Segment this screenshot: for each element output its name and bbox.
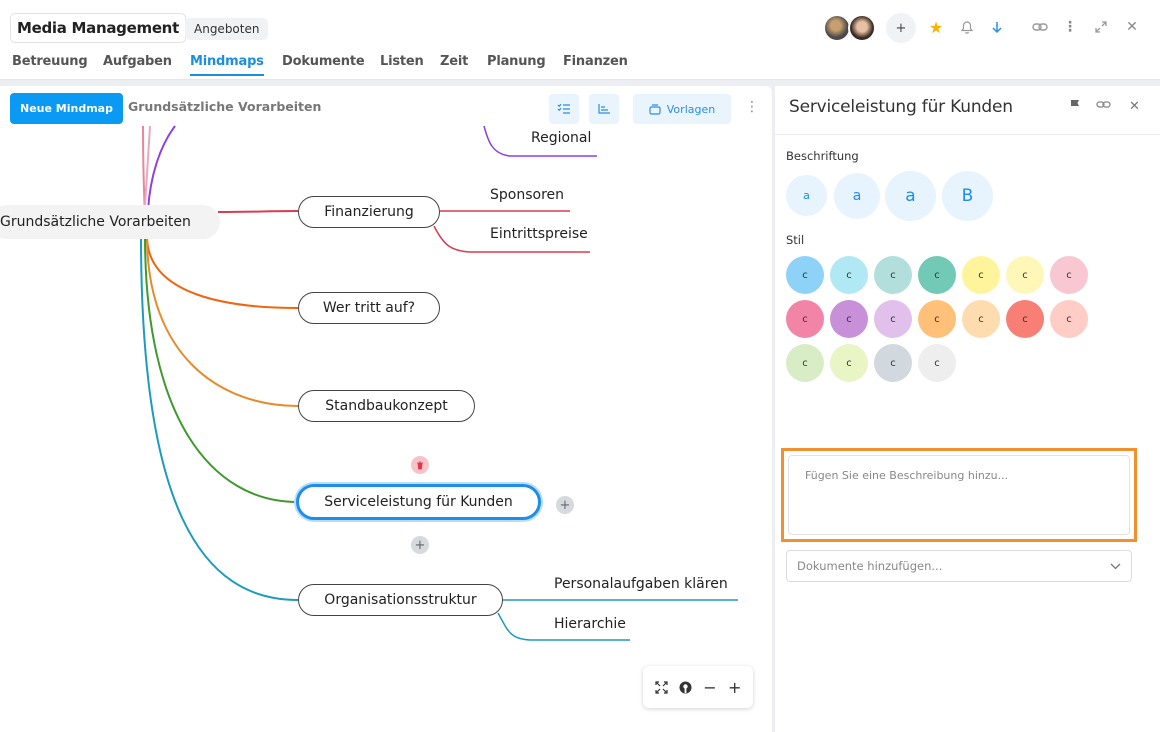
leaf-sponsoren[interactable]: Sponsoren xyxy=(490,187,564,203)
close-icon[interactable]: ✕ xyxy=(1121,16,1143,38)
star-icon[interactable]: ★ xyxy=(925,16,947,38)
style-swatch[interactable]: c xyxy=(1006,300,1044,338)
label-size-medium[interactable]: a xyxy=(834,173,880,219)
style-swatch[interactable]: c xyxy=(1050,256,1088,294)
link-icon[interactable] xyxy=(1096,99,1111,114)
tab-zeit[interactable]: Zeit xyxy=(440,54,468,69)
avatar[interactable] xyxy=(823,14,851,42)
mindmap-title: Grundsätzliche Vorarbeiten xyxy=(128,99,322,114)
project-title[interactable]: Media Management xyxy=(10,13,186,43)
mindmap-canvas[interactable]: Neue Mindmap Grundsätzliche Vorarbeiten … xyxy=(0,86,772,732)
style-swatch[interactable]: c xyxy=(786,344,824,382)
leaf-hierarchie[interactable]: Hierarchie xyxy=(554,616,626,632)
style-swatch[interactable]: c xyxy=(1006,256,1044,294)
download-arrow-icon[interactable] xyxy=(986,16,1008,38)
tab-dokumente[interactable]: Dokumente xyxy=(282,54,365,69)
style-swatch[interactable]: c xyxy=(830,300,868,338)
tab-finanzen[interactable]: Finanzen xyxy=(563,54,628,69)
label-size-small[interactable]: a xyxy=(786,175,827,216)
new-mindmap-button[interactable]: Neue Mindmap xyxy=(10,93,123,124)
tab-mindmaps[interactable]: Mindmaps xyxy=(190,54,264,76)
avatar[interactable] xyxy=(848,14,876,42)
add-member-button[interactable]: + xyxy=(886,13,916,43)
fit-screen-icon[interactable] xyxy=(655,680,668,694)
style-swatch[interactable]: c xyxy=(786,300,824,338)
root-node[interactable]: Grundsätzliche Vorarbeiten xyxy=(0,205,220,239)
status-badge[interactable]: Angeboten xyxy=(185,18,269,40)
leaf-personalaufgaben[interactable]: Personalaufgaben klären xyxy=(554,576,728,592)
node-organisationsstruktur[interactable]: Organisationsstruktur xyxy=(298,584,503,616)
zoom-out-button[interactable]: − xyxy=(703,678,716,697)
bell-icon[interactable] xyxy=(956,16,978,38)
zoom-controls: − + xyxy=(643,666,753,708)
style-swatch[interactable]: c xyxy=(874,344,912,382)
panel-body: Beschriftung a a a B Stil cccccccccccccc… xyxy=(775,134,1160,732)
style-swatch[interactable]: c xyxy=(918,256,956,294)
zoom-in-button[interactable]: + xyxy=(728,678,741,697)
layout-icon[interactable] xyxy=(589,94,619,124)
style-swatch[interactable]: c xyxy=(918,344,956,382)
style-swatch[interactable]: c xyxy=(830,256,868,294)
style-swatch[interactable]: c xyxy=(962,300,1000,338)
node-standbaukonzept[interactable]: Standbaukonzept xyxy=(298,390,475,422)
templates-button[interactable]: Vorlagen xyxy=(633,94,731,124)
documents-select[interactable]: Dokumente hinzufügen... xyxy=(786,550,1132,582)
style-swatch[interactable]: c xyxy=(830,344,868,382)
style-swatch[interactable]: c xyxy=(1050,300,1088,338)
template-icon xyxy=(649,103,661,115)
description-input[interactable]: Fügen Sie eine Beschreibung hinzu... xyxy=(788,455,1130,535)
delete-node-trash-icon[interactable] xyxy=(411,456,429,474)
label-heading: Beschriftung xyxy=(786,149,859,163)
close-panel-icon[interactable]: ✕ xyxy=(1129,99,1140,114)
node-details-panel: Serviceleistung für Kunden ✕ Beschriftun… xyxy=(775,86,1160,732)
add-child-button[interactable]: + xyxy=(556,496,574,514)
node-finanzierung[interactable]: Finanzierung xyxy=(298,196,440,228)
tab-planung[interactable]: Planung xyxy=(487,54,546,69)
style-swatch[interactable]: c xyxy=(962,256,1000,294)
style-swatch[interactable]: c xyxy=(786,256,824,294)
tab-aufgaben[interactable]: Aufgaben xyxy=(103,54,172,69)
github-icon[interactable] xyxy=(679,681,692,694)
checklist-icon[interactable] xyxy=(549,94,579,124)
more-vertical-icon[interactable]: ⋮ xyxy=(745,99,759,115)
tab-listen[interactable]: Listen xyxy=(380,54,424,69)
more-vertical-icon[interactable]: ⋮ xyxy=(1059,16,1081,38)
flag-icon[interactable] xyxy=(1070,99,1081,115)
panel-title: Serviceleistung für Kunden xyxy=(789,97,1013,117)
documents-select-placeholder: Dokumente hinzufügen... xyxy=(797,559,943,573)
leaf-eintrittspreise[interactable]: Eintrittspreise xyxy=(490,226,588,242)
description-highlight: Fügen Sie eine Beschreibung hinzu... xyxy=(781,448,1137,542)
link-icon[interactable] xyxy=(1029,16,1051,38)
style-heading: Stil xyxy=(786,233,805,247)
add-sibling-button[interactable]: + xyxy=(411,536,429,554)
app-header: Media Management Angeboten Betreuung Auf… xyxy=(0,0,1160,80)
node-serviceleistung[interactable]: Serviceleistung für Kunden xyxy=(296,484,541,520)
label-size-large[interactable]: a xyxy=(885,171,936,221)
templates-label: Vorlagen xyxy=(666,102,716,116)
style-swatch[interactable]: c xyxy=(918,300,956,338)
expand-icon[interactable] xyxy=(1090,16,1112,38)
style-swatch[interactable]: c xyxy=(874,256,912,294)
label-size-bold[interactable]: B xyxy=(942,171,993,221)
node-wer-tritt-auf[interactable]: Wer tritt auf? xyxy=(298,292,440,324)
chevron-down-icon xyxy=(1110,563,1121,570)
tab-betreuung[interactable]: Betreuung xyxy=(12,54,88,69)
style-swatch[interactable]: c xyxy=(874,300,912,338)
leaf-regional[interactable]: Regional xyxy=(531,130,591,146)
